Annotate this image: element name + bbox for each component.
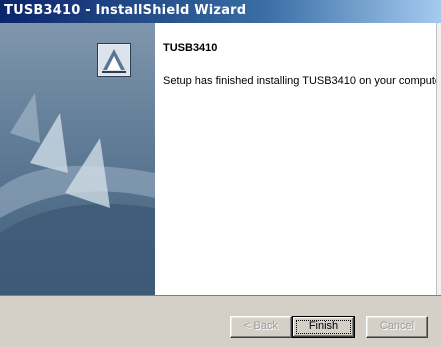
wizard-content: TUSB3410 Setup has finished installing T…: [0, 23, 441, 296]
cancel-button[interactable]: Cancel: [366, 316, 428, 338]
decorative-sail-graphic: [0, 93, 155, 295]
completion-message: Setup has finished installing TUSB3410 o…: [163, 75, 441, 87]
wizard-text-panel: TUSB3410 Setup has finished installing T…: [155, 23, 441, 295]
installer-icon: [97, 43, 131, 77]
focus-indicator: [296, 320, 351, 334]
back-button-label: < Back: [244, 320, 278, 332]
panel-edge: [436, 23, 441, 295]
title-bar[interactable]: TUSB3410 - InstallShield Wizard: [0, 0, 441, 23]
installshield-wizard-window: TUSB3410 - InstallShield Wizard TUSB3410…: [0, 0, 441, 347]
cancel-button-label: Cancel: [379, 320, 415, 332]
button-bar: < Back Finish Cancel: [0, 297, 441, 347]
finish-button[interactable]: Finish: [292, 316, 355, 338]
window-title: TUSB3410 - InstallShield Wizard: [4, 3, 247, 18]
back-button[interactable]: < Back: [230, 316, 292, 338]
wizard-side-graphic: [0, 23, 155, 295]
page-title: TUSB3410: [163, 42, 218, 54]
